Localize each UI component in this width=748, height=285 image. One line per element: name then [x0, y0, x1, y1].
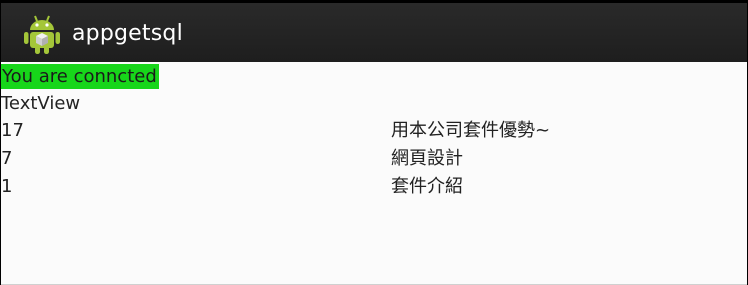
app-screen: appgetsql You are conncted TextView 17 用… [1, 0, 747, 285]
list-item: 7 網頁設計 [1, 147, 747, 175]
list-item: 1 套件介紹 [1, 175, 747, 203]
list-item: 17 用本公司套件優勢~ [1, 119, 747, 147]
app-title: appgetsql [72, 21, 183, 46]
main-content: You are conncted TextView 17 用本公司套件優勢~ 7… [1, 63, 747, 284]
records-list: 17 用本公司套件優勢~ 7 網頁設計 1 套件介紹 [1, 119, 747, 203]
record-name: 用本公司套件優勢~ [391, 120, 551, 141]
record-name: 套件介紹 [391, 176, 463, 197]
android-robot-icon[interactable] [23, 13, 61, 55]
connection-status: You are conncted [1, 64, 159, 89]
record-id: 7 [1, 148, 13, 169]
record-id: 1 [1, 176, 13, 197]
action-bar: appgetsql [1, 0, 747, 62]
record-id: 17 [1, 120, 24, 141]
textview-label: TextView [1, 93, 81, 114]
record-name: 網頁設計 [391, 148, 463, 169]
